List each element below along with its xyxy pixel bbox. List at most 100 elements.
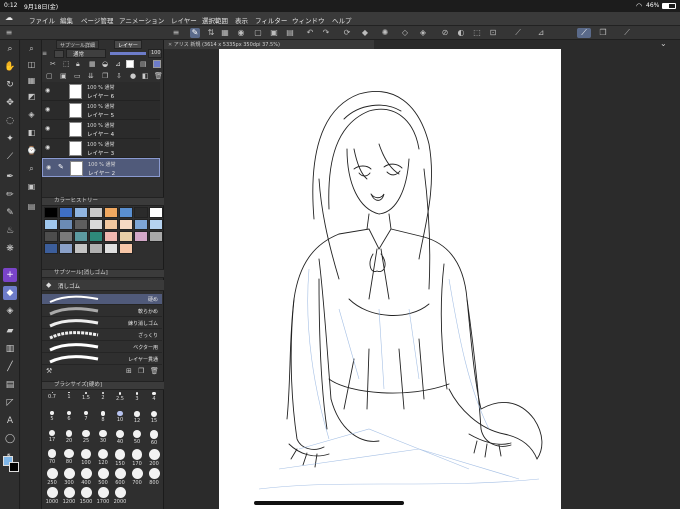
redo-icon[interactable]: ↷ bbox=[321, 28, 331, 38]
brush-size-option[interactable]: 7 bbox=[78, 411, 94, 422]
canvas-paper[interactable] bbox=[219, 49, 561, 509]
menu-help[interactable]: ヘルプ bbox=[332, 15, 352, 25]
brush-size-option[interactable]: 200 bbox=[146, 449, 162, 467]
eye-icon[interactable]: ◉ bbox=[46, 164, 55, 171]
close-tab-icon[interactable]: ✕ bbox=[168, 42, 172, 48]
color-swatch[interactable] bbox=[119, 207, 133, 218]
clear-outside-icon[interactable]: ◐ bbox=[456, 28, 466, 38]
transfer-icon[interactable]: ⇩ bbox=[116, 72, 122, 80]
ruler-link-icon[interactable]: ⊿ bbox=[115, 60, 121, 68]
color-swatch[interactable] bbox=[89, 219, 103, 230]
brush-size-option[interactable]: 3 bbox=[129, 392, 145, 402]
lock-icon[interactable]: 🔒︎ bbox=[76, 60, 80, 69]
selection-icon[interactable]: ⬚ bbox=[472, 28, 482, 38]
brush-size-option[interactable]: 700 bbox=[129, 468, 145, 486]
brush-item[interactable]: 練り消しゴム bbox=[42, 318, 162, 329]
fill-tool-icon[interactable]: ▰ bbox=[3, 324, 17, 338]
brush-size-option[interactable]: 17 bbox=[44, 430, 60, 443]
copy-brush-icon[interactable]: ❐ bbox=[138, 367, 144, 375]
tab-subtool-detail[interactable]: サブツール詳細 bbox=[56, 40, 100, 49]
gradient-icon[interactable]: ▥ bbox=[3, 342, 17, 356]
brush-item[interactable]: レイヤー貫通 bbox=[42, 354, 162, 365]
search-layer-icon[interactable]: ⌕ bbox=[25, 162, 38, 175]
brush-size-option[interactable]: 800 bbox=[146, 468, 162, 486]
document-tab[interactable]: ✕ アリス 新規 (3614 x 5335px 350dpi 37.5%) bbox=[164, 40, 374, 49]
text-icon[interactable]: A bbox=[3, 414, 17, 428]
merge-icon[interactable]: ⇊ bbox=[88, 72, 94, 80]
folder-icon[interactable]: ▤ bbox=[140, 60, 147, 68]
color-swatch[interactable] bbox=[119, 219, 133, 230]
brush-size-option[interactable]: 80 bbox=[61, 449, 77, 465]
crop-icon[interactable]: ⊡ bbox=[488, 28, 498, 38]
zoom-icon[interactable]: ⌕ bbox=[3, 42, 17, 56]
menu-layer[interactable]: レイヤー bbox=[171, 15, 197, 25]
eyedropper-icon[interactable]: ⟋ bbox=[3, 150, 17, 164]
eye-icon[interactable]: ◉ bbox=[45, 144, 54, 151]
menu-list-icon[interactable]: ≡ bbox=[171, 28, 181, 38]
brush-size-option[interactable]: 70 bbox=[44, 449, 60, 465]
magic-wand-icon[interactable]: ✦ bbox=[3, 132, 17, 146]
ruler-lock-icon[interactable]: ⊿ bbox=[536, 28, 546, 38]
brush-size-option[interactable]: 40 bbox=[112, 430, 128, 445]
brush-size-option[interactable]: 500 bbox=[95, 468, 111, 486]
brush-size-option[interactable]: 15 bbox=[146, 411, 162, 424]
brush-size-option[interactable]: 2.5 bbox=[112, 392, 128, 402]
record-icon[interactable]: ◉ bbox=[236, 28, 246, 38]
brush-size-option[interactable]: 400 bbox=[78, 468, 94, 486]
menu-page[interactable]: ページ管理 bbox=[81, 15, 113, 25]
brush-size-option[interactable]: 0.7 bbox=[44, 392, 60, 400]
gear-icon[interactable]: ✺ bbox=[380, 28, 390, 38]
color-set-icon[interactable]: ▤ bbox=[25, 200, 38, 213]
eye-icon[interactable]: ◉ bbox=[45, 125, 54, 132]
color-swatch[interactable] bbox=[74, 207, 88, 218]
brush-size-option[interactable]: 10 bbox=[112, 411, 128, 423]
color-swatch[interactable] bbox=[59, 207, 73, 218]
brush-item[interactable]: 軟らかめ bbox=[42, 306, 162, 317]
brush-size-option[interactable]: 1000 bbox=[44, 487, 60, 505]
edit-mode-icon[interactable]: ✎ bbox=[190, 28, 200, 38]
color-swatch[interactable] bbox=[104, 243, 118, 254]
brush-size-option[interactable]: 1500 bbox=[78, 487, 94, 505]
navigator-icon[interactable]: ◩ bbox=[25, 90, 38, 103]
eraser-icon[interactable]: ◆ bbox=[3, 286, 17, 300]
hand-icon[interactable]: ✋ bbox=[3, 60, 17, 74]
menu-file[interactable]: ファイル bbox=[29, 15, 55, 25]
wrench-icon[interactable]: ⚒ bbox=[46, 367, 52, 375]
menu-filter[interactable]: フィルター bbox=[255, 15, 287, 25]
animation-icon[interactable]: ▣ bbox=[25, 180, 38, 193]
color-swatch[interactable] bbox=[44, 231, 58, 242]
blend-icon[interactable]: ◈ bbox=[3, 304, 17, 318]
color-swatch[interactable] bbox=[134, 219, 148, 230]
brush-size-option[interactable]: 12 bbox=[129, 411, 145, 424]
pen-pressure-icon[interactable]: ⟋ bbox=[577, 28, 591, 38]
new-vector-icon[interactable]: ▣ bbox=[60, 72, 67, 80]
color-swatch[interactable] bbox=[134, 207, 148, 218]
lock-alpha-icon[interactable]: ▦ bbox=[89, 60, 96, 68]
layer-color-button[interactable] bbox=[54, 50, 64, 58]
brush-item[interactable]: ざっくり bbox=[42, 330, 162, 341]
add-brush-icon[interactable]: ⊞ bbox=[126, 367, 132, 375]
new-folder-icon[interactable]: ▭ bbox=[74, 72, 81, 80]
reference-icon[interactable]: ⬚ bbox=[63, 60, 70, 68]
brush-size-option[interactable]: 5 bbox=[44, 411, 60, 422]
copy-layer-icon[interactable]: ❐ bbox=[102, 72, 108, 80]
add-tool-icon[interactable]: + bbox=[3, 268, 17, 282]
ruler-tool-icon[interactable]: ◸ bbox=[3, 396, 17, 410]
menu-selection[interactable]: 選択範囲 bbox=[202, 15, 228, 25]
layer-row[interactable]: ◉ 100 % 通常 レイヤー 4 bbox=[42, 120, 160, 139]
brush-size-option[interactable]: 1.5 bbox=[78, 392, 94, 401]
pen-mode-icon[interactable]: ⟋ bbox=[513, 28, 523, 38]
brush-size-option[interactable]: 250 bbox=[44, 468, 60, 486]
brush-size-option[interactable]: 1200 bbox=[61, 487, 77, 505]
brush-size-option[interactable]: 60 bbox=[146, 430, 162, 446]
color-swatch[interactable] bbox=[119, 243, 133, 254]
color-swatch[interactable] bbox=[59, 243, 73, 254]
brush-item-selected[interactable]: 硬め bbox=[42, 294, 162, 305]
color-swatch[interactable] bbox=[59, 231, 73, 242]
layer-property-icon[interactable]: ◧ bbox=[25, 126, 38, 139]
sub-color-swatch[interactable] bbox=[9, 462, 19, 472]
brush-size-option[interactable]: 1 bbox=[61, 392, 77, 400]
history-icon[interactable]: ⌚ bbox=[25, 144, 38, 157]
layer-row[interactable]: ◉ 100 % 通常 レイヤー 5 bbox=[42, 101, 160, 120]
mask-layer-icon[interactable]: ◧ bbox=[142, 72, 149, 80]
